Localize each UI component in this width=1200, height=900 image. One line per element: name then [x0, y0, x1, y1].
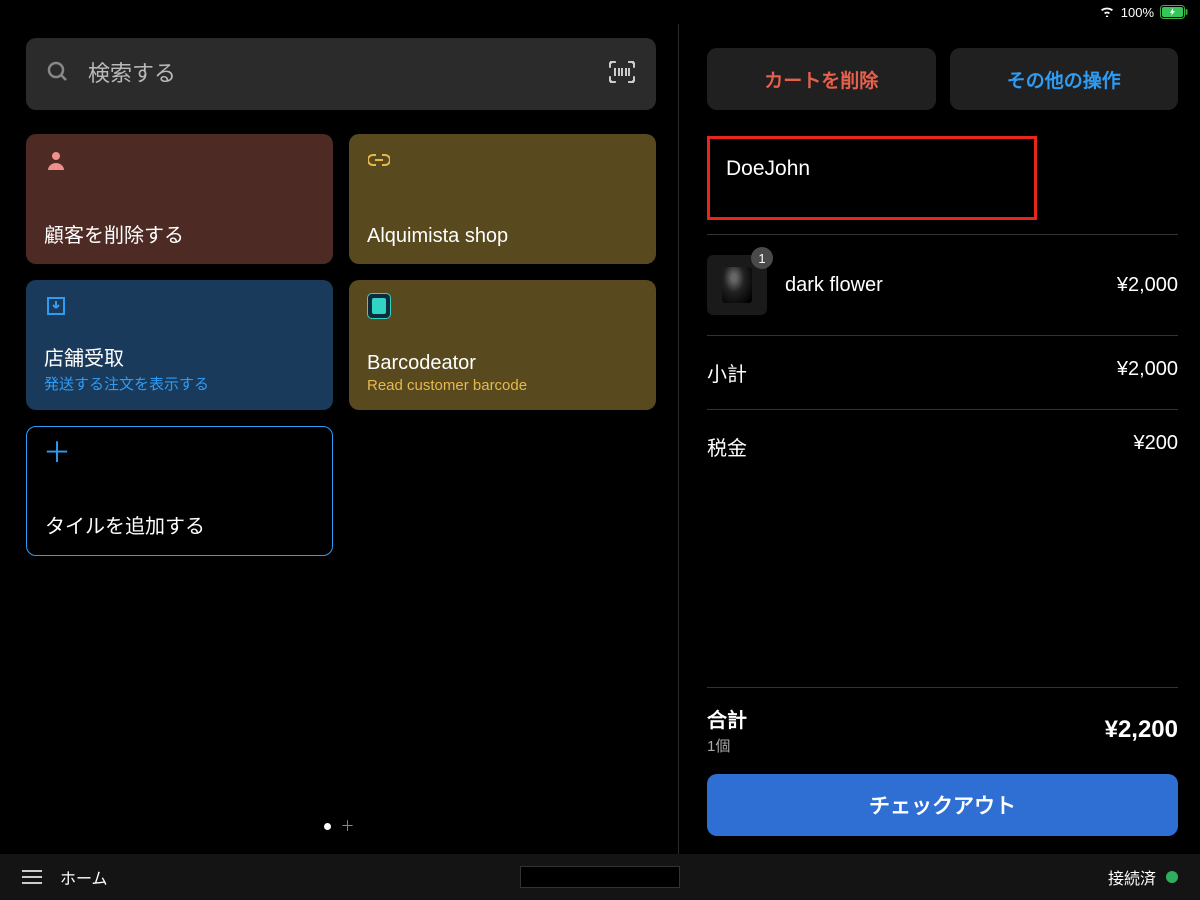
tile-alquimista[interactable]: Alquimista shop: [349, 134, 656, 264]
total-label: 合計: [707, 704, 747, 733]
tile-title: 店舗受取: [44, 342, 315, 371]
right-pane: カートを削除 その他の操作 DoeJohn 1 dark flower ¥2,0…: [679, 24, 1200, 854]
tile-add[interactable]: ＋ タイルを追加する: [26, 426, 333, 556]
barcode-scan-icon[interactable]: [608, 60, 636, 89]
customer-box[interactable]: DoeJohn: [707, 136, 1037, 220]
tile-subtitle: Read customer barcode: [367, 377, 638, 394]
pager: ＋: [0, 816, 678, 836]
cart-summary: 小計 ¥2,000 税金 ¥200: [707, 335, 1178, 483]
subtotal-row: 小計 ¥2,000: [707, 336, 1178, 409]
qty-badge: 1: [751, 247, 773, 269]
checkout-area: 合計 1個 ¥2,200 チェックアウト: [707, 687, 1178, 854]
cart-item[interactable]: 1 dark flower ¥2,000: [707, 235, 1178, 335]
subtotal-value: ¥2,000: [1117, 358, 1178, 387]
delete-cart-button[interactable]: カートを削除: [707, 48, 936, 110]
tile-barcodeator[interactable]: Barcodeator Read customer barcode: [349, 280, 656, 410]
connection-status[interactable]: 接続済: [1108, 865, 1178, 889]
status-dot-icon: [1166, 871, 1178, 883]
tiles-grid: 顧客を削除する Alquimista shop 店舗受取 発送する注文を表示する: [26, 134, 656, 556]
search-input[interactable]: [88, 61, 590, 87]
connection-label: 接続済: [1108, 865, 1156, 889]
tile-title: タイルを追加する: [45, 510, 314, 539]
status-bar: 100%: [0, 0, 1200, 24]
checkout-button[interactable]: チェックアウト: [707, 774, 1178, 836]
total-count: 1個: [707, 735, 747, 756]
link-icon: [367, 148, 391, 172]
total-row: 合計 1個 ¥2,200: [707, 687, 1178, 774]
total-amount: ¥2,200: [1105, 716, 1178, 744]
cart-actions: カートを削除 その他の操作: [707, 48, 1178, 110]
subtotal-label: 小計: [707, 358, 747, 387]
tile-remove-customer[interactable]: 顧客を削除する: [26, 134, 333, 264]
bottom-search-slim[interactable]: [520, 866, 680, 888]
item-price: ¥2,000: [1117, 274, 1178, 297]
download-box-icon: [44, 294, 68, 318]
left-pane: 顧客を削除する Alquimista shop 店舗受取 発送する注文を表示する: [0, 24, 678, 854]
pager-add-icon[interactable]: ＋: [341, 816, 355, 836]
tax-value: ¥200: [1134, 432, 1179, 461]
tax-label: 税金: [707, 432, 747, 461]
tile-pickup[interactable]: 店舗受取 発送する注文を表示する: [26, 280, 333, 410]
bottom-bar: ホーム 接続済: [0, 854, 1200, 900]
tile-title: Barcodeator: [367, 352, 638, 375]
battery-percent: 100%: [1121, 5, 1154, 20]
search-icon: [46, 60, 70, 89]
item-thumbnail: 1: [707, 255, 767, 315]
home-label[interactable]: ホーム: [60, 865, 108, 889]
tile-title: 顧客を削除する: [44, 219, 315, 248]
plus-icon: ＋: [45, 441, 69, 465]
cart-items: 1 dark flower ¥2,000: [707, 234, 1178, 335]
menu-icon[interactable]: [22, 870, 42, 884]
pager-dot-active[interactable]: [324, 823, 331, 830]
tile-subtitle: 発送する注文を表示する: [44, 373, 315, 394]
app-icon: [367, 294, 391, 318]
search-bar[interactable]: [26, 38, 656, 110]
item-name: dark flower: [785, 274, 1099, 297]
customer-name: DoeJohn: [726, 157, 1018, 181]
battery-icon: [1160, 5, 1188, 19]
wifi-icon: [1099, 5, 1115, 20]
person-icon: [44, 148, 68, 172]
tile-title: Alquimista shop: [367, 225, 638, 248]
tax-row: 税金 ¥200: [707, 409, 1178, 483]
more-actions-button[interactable]: その他の操作: [950, 48, 1179, 110]
